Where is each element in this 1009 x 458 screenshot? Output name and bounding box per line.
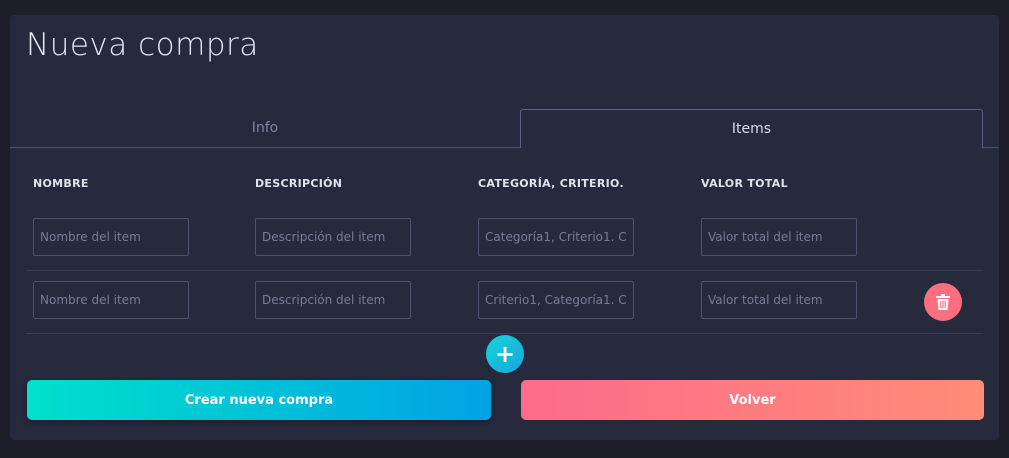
header-descripcion: DESCRIPCIÓN [255,177,343,190]
purchase-card: Nueva compra Info Items NOMBRE DESCRIPCI… [10,15,999,440]
tab-bar: Info Items [10,109,999,148]
item-category-input[interactable] [478,281,634,319]
item-category-input[interactable] [478,218,634,256]
item-total-input[interactable] [701,218,857,256]
back-button[interactable]: Volver [521,380,984,420]
tab-items[interactable]: Items [520,109,983,148]
tab-info[interactable]: Info [10,109,520,148]
item-name-input[interactable] [33,281,189,319]
item-total-input[interactable] [701,281,857,319]
header-valor-total: VALOR TOTAL [701,177,788,190]
plus-icon: + [494,340,516,368]
table-row [26,270,983,334]
item-description-input[interactable] [255,281,411,319]
item-description-input[interactable] [255,218,411,256]
item-name-input[interactable] [33,218,189,256]
create-purchase-button[interactable]: Crear nueva compra [27,380,491,420]
table-row [26,207,983,271]
header-nombre: NOMBRE [33,177,89,190]
trash-icon [936,294,950,310]
delete-item-button[interactable] [924,283,962,321]
header-categoria: CATEGORÍA, CRITERIO. [478,177,624,190]
page-title: Nueva compra [26,27,259,63]
add-item-button[interactable]: + [486,335,524,373]
